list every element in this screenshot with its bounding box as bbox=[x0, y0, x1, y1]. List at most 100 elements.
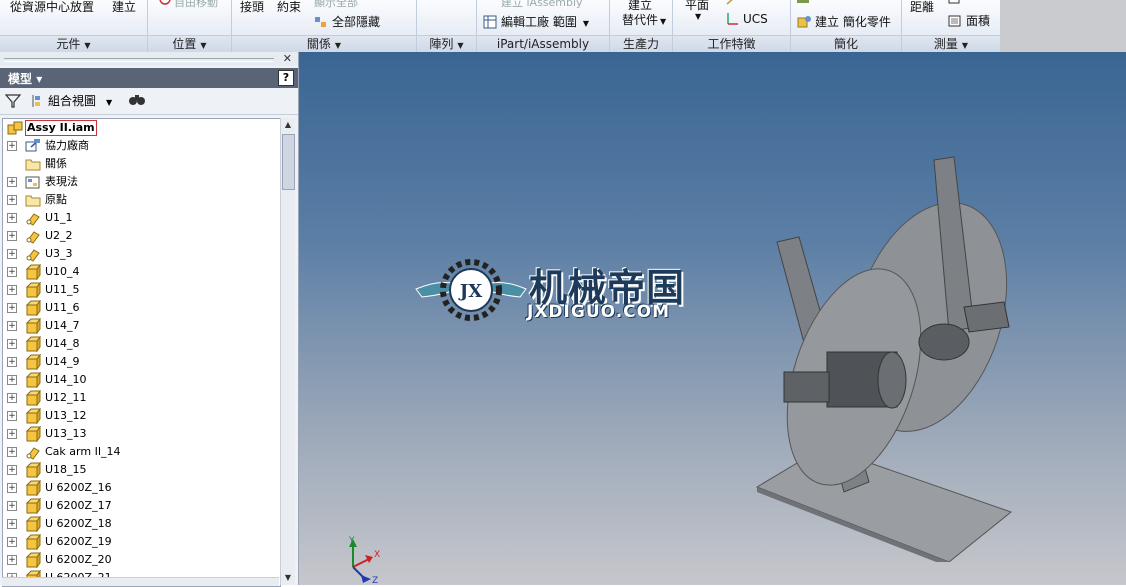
tree-node-label[interactable]: U14_10 bbox=[45, 371, 87, 389]
scroll-down-icon[interactable]: ▼ bbox=[282, 572, 294, 584]
tree-node-label[interactable]: U14_8 bbox=[45, 335, 80, 353]
tree-node[interactable]: + Cak arm II_14 bbox=[3, 443, 280, 461]
tree-node[interactable]: + 協力廠商 bbox=[3, 137, 280, 155]
section-label-position[interactable]: 位置 ▼ bbox=[148, 35, 231, 52]
find-binoculars-icon[interactable] bbox=[128, 92, 146, 109]
expand-icon[interactable]: + bbox=[7, 447, 17, 457]
expand-icon[interactable]: + bbox=[7, 465, 17, 475]
position-button-truncated[interactable]: 自由移動 bbox=[174, 0, 218, 10]
axis-icon[interactable] bbox=[725, 0, 737, 8]
tree-node[interactable]: + U 6200Z_16 bbox=[3, 479, 280, 497]
tree-node[interactable]: + U11_5 bbox=[3, 281, 280, 299]
tree-node-label[interactable]: 協力廠商 bbox=[45, 137, 89, 155]
ucs-button[interactable]: UCS bbox=[725, 12, 768, 26]
expand-icon[interactable]: + bbox=[7, 213, 17, 223]
tree-node[interactable]: + U10_4 bbox=[3, 263, 280, 281]
expand-icon[interactable]: + bbox=[7, 321, 17, 331]
tree-node[interactable]: + U13_13 bbox=[3, 425, 280, 443]
plane-dropdown-icon[interactable]: ▼ bbox=[695, 12, 701, 21]
grip-snap-icon[interactable] bbox=[158, 0, 174, 10]
tree-node[interactable]: 關係 bbox=[3, 155, 280, 173]
tree-node[interactable]: + U14_8 bbox=[3, 335, 280, 353]
expand-icon[interactable]: + bbox=[7, 195, 17, 205]
area-button[interactable]: 面積 bbox=[948, 12, 990, 29]
section-label-pattern[interactable]: 陣列 ▼ bbox=[417, 35, 476, 52]
section-label-component[interactable]: 元件 ▼ bbox=[0, 35, 147, 52]
expand-icon[interactable]: + bbox=[7, 483, 17, 493]
tree-node-label[interactable]: U 6200Z_18 bbox=[45, 515, 112, 533]
tree-node-label[interactable]: U 6200Z_19 bbox=[45, 533, 112, 551]
root-label[interactable]: Assy II.iam bbox=[25, 120, 97, 136]
expand-icon[interactable]: + bbox=[7, 537, 17, 547]
expand-icon[interactable]: + bbox=[7, 177, 17, 187]
tree-node[interactable]: + U14_9 bbox=[3, 353, 280, 371]
expand-icon[interactable]: + bbox=[7, 267, 17, 277]
expand-icon[interactable]: + bbox=[7, 501, 17, 511]
pattern-icon[interactable] bbox=[427, 0, 463, 9]
expand-icon[interactable]: + bbox=[7, 339, 17, 349]
tree-node-label[interactable]: U10_4 bbox=[45, 263, 80, 281]
tree-node[interactable]: + U 6200Z_20 bbox=[3, 551, 280, 569]
browser-title-bar[interactable]: 模型 ▾ ? bbox=[0, 68, 298, 88]
hide-all-button[interactable]: 全部隱藏 bbox=[314, 13, 380, 30]
tree-node[interactable]: + U14_10 bbox=[3, 371, 280, 389]
expand-icon[interactable]: + bbox=[7, 375, 17, 385]
expand-icon[interactable]: + bbox=[7, 411, 17, 421]
tree-node[interactable]: + U2_2 bbox=[3, 227, 280, 245]
tree-node[interactable]: + U13_12 bbox=[3, 407, 280, 425]
tree-node[interactable]: + 表現法 bbox=[3, 173, 280, 191]
help-icon[interactable]: ? bbox=[278, 70, 294, 86]
tree-node-label[interactable]: U13_12 bbox=[45, 407, 87, 425]
loop-icon[interactable] bbox=[948, 0, 962, 8]
view-triad[interactable]: Y X Z bbox=[339, 535, 389, 585]
section-label-measure[interactable]: 測量 ▼ bbox=[902, 35, 1000, 52]
joint-button[interactable]: 接頭 bbox=[240, 0, 264, 15]
edit-factory-scope-button[interactable]: 編輯工廠 範圍 ▼ bbox=[483, 13, 589, 30]
tree-node-label[interactable]: U2_2 bbox=[45, 227, 73, 245]
tree-node-label[interactable]: U11_5 bbox=[45, 281, 80, 299]
tree-node[interactable]: + U18_15 bbox=[3, 461, 280, 479]
tree-node-label[interactable]: Cak arm II_14 bbox=[45, 443, 121, 461]
expand-icon[interactable]: + bbox=[7, 357, 17, 367]
graphics-viewport[interactable]: JX 机械帝国 JXDIGUO.COM Y X Z bbox=[299, 52, 1126, 585]
distance-button[interactable]: 距離 bbox=[910, 0, 934, 15]
tree-node-label[interactable]: U 6200Z_16 bbox=[45, 479, 112, 497]
expand-icon[interactable]: + bbox=[7, 519, 17, 529]
tree-node-label[interactable]: 關係 bbox=[45, 155, 67, 173]
expand-icon[interactable]: + bbox=[7, 249, 17, 259]
tree-node-label[interactable]: U 6200Z_20 bbox=[45, 551, 112, 569]
place-from-content-center-button[interactable]: 從資源中心放置 bbox=[10, 0, 94, 15]
tree-node-label[interactable]: U 6200Z_17 bbox=[45, 497, 112, 515]
ipart-button-truncated[interactable]: 建立 iAssembly bbox=[501, 0, 583, 10]
tree-node[interactable]: + U11_6 bbox=[3, 299, 280, 317]
tree-node-label[interactable]: 表現法 bbox=[45, 173, 78, 191]
expand-icon[interactable]: + bbox=[7, 231, 17, 241]
expand-icon[interactable]: + bbox=[7, 303, 17, 313]
filter-icon[interactable] bbox=[4, 93, 22, 112]
tree-node-label[interactable]: U3_3 bbox=[45, 245, 73, 263]
tree-node-label[interactable]: U14_9 bbox=[45, 353, 80, 371]
substitute-button[interactable]: 替代件 ▼ bbox=[622, 11, 666, 28]
close-icon[interactable]: ✕ bbox=[283, 52, 292, 65]
expand-icon[interactable]: + bbox=[7, 555, 17, 565]
expand-icon[interactable]: + bbox=[7, 429, 17, 439]
tree-node[interactable]: + U12_11 bbox=[3, 389, 280, 407]
constrain-button[interactable]: 約束 bbox=[277, 0, 301, 15]
section-label-ipart[interactable]: iPart/iAssembly bbox=[477, 35, 609, 52]
expand-icon[interactable]: + bbox=[7, 285, 17, 295]
tree-node-label[interactable]: U13_13 bbox=[45, 425, 87, 443]
tree-node-label[interactable]: U14_7 bbox=[45, 317, 80, 335]
create-simplified-part-button[interactable]: 建立 簡化零件 bbox=[797, 13, 891, 30]
scroll-thumb[interactable] bbox=[282, 134, 295, 190]
panel-grip[interactable]: ✕ bbox=[0, 52, 298, 66]
tree-node[interactable]: + U3_3 bbox=[3, 245, 280, 263]
tree-node[interactable]: + U 6200Z_19 bbox=[3, 533, 280, 551]
tree-node-label[interactable]: U12_11 bbox=[45, 389, 87, 407]
tree-node-label[interactable]: U11_6 bbox=[45, 299, 80, 317]
tree-node-label[interactable]: U18_15 bbox=[45, 461, 87, 479]
view-selector[interactable]: 組合視圖 ▼ bbox=[30, 92, 112, 109]
tree-node-label[interactable]: 原點 bbox=[45, 191, 67, 209]
create-component-button[interactable]: 建立 bbox=[112, 0, 136, 15]
tree-node-label[interactable]: U1_1 bbox=[45, 209, 73, 227]
tree-node[interactable]: + U14_7 bbox=[3, 317, 280, 335]
